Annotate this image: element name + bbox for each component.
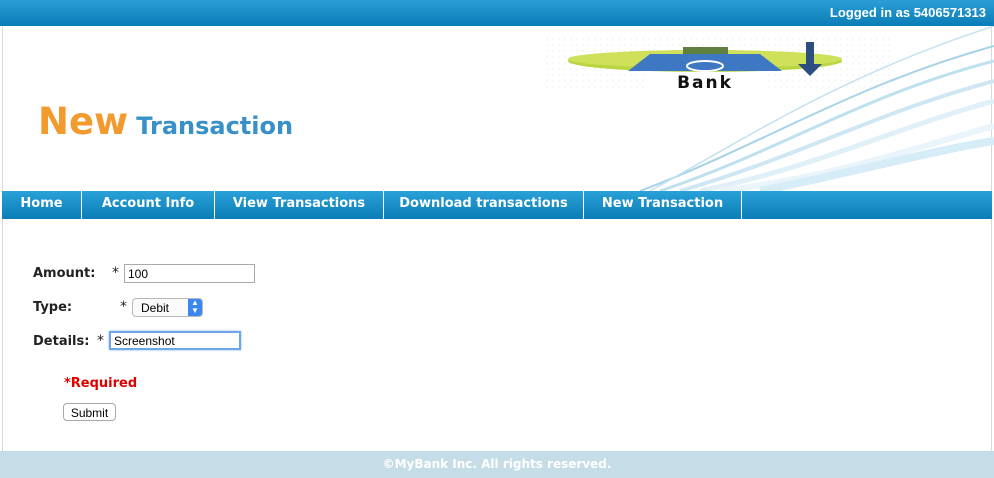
footer: ©MyBank Inc. All rights reserved. (0, 451, 994, 478)
nav-download-transactions[interactable]: Download transactions (384, 191, 584, 219)
title-new: New (38, 100, 129, 143)
nav-new-transaction[interactable]: New Transaction (584, 191, 742, 219)
login-status: Logged in as 5406571313 (829, 5, 986, 20)
details-input[interactable] (109, 331, 241, 350)
submit-button[interactable]: Submit (63, 403, 116, 421)
nav-view-transactions[interactable]: View Transactions (215, 191, 384, 219)
title-transaction: Transaction (136, 112, 294, 140)
top-bar: Logged in as 5406571313 (0, 0, 994, 26)
details-label: Details: (33, 334, 90, 349)
amount-input[interactable] (124, 264, 255, 283)
amount-required-marker: * (112, 265, 119, 281)
chevron-updown-icon: ▲ ▼ (188, 299, 202, 316)
page-title: New Transaction (38, 100, 293, 143)
nav-account-info[interactable]: Account Info (82, 191, 215, 219)
details-required-marker: * (97, 333, 104, 349)
type-select[interactable]: Debit ▲ ▼ (132, 298, 203, 317)
amount-label: Amount: (33, 266, 96, 281)
type-required-marker: * (120, 299, 127, 315)
logo-text: Bank (677, 73, 733, 93)
type-label: Type: (33, 300, 73, 315)
required-note: *Required (64, 376, 138, 391)
type-selected-value: Debit (141, 301, 170, 315)
nav-home[interactable]: Home (2, 191, 82, 219)
main-nav: Home Account Info View Transactions Down… (2, 191, 992, 219)
